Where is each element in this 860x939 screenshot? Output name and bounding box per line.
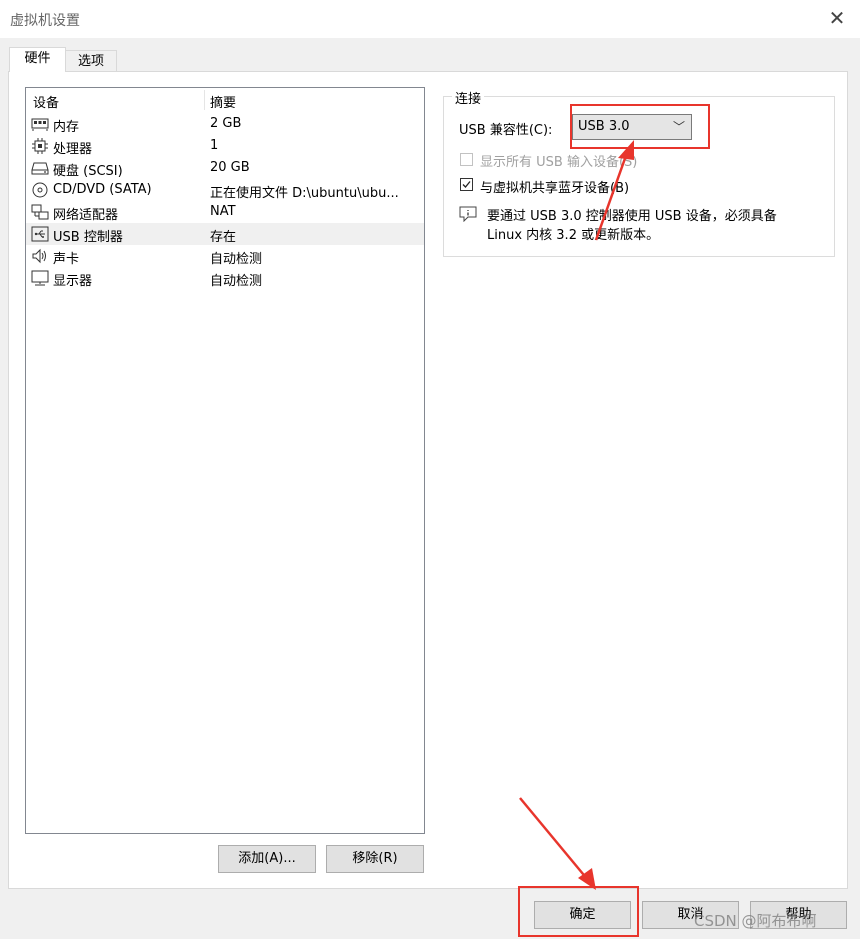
tab-hardware[interactable]: 硬件: [9, 47, 66, 72]
device-name: 内存: [53, 120, 80, 135]
device-name: 硬盘 (SCSI): [53, 164, 123, 179]
device-row-display[interactable]: 显示器 自动检测: [26, 267, 424, 289]
share-bluetooth-label: 与虚拟机共享蓝牙设备(B): [480, 181, 630, 196]
device-list-header: 设备 摘要: [26, 88, 424, 112]
close-icon[interactable]: ✕: [826, 6, 848, 30]
device-name: USB 控制器: [53, 230, 123, 245]
hard-disk-icon: [31, 162, 49, 175]
share-bluetooth-checkbox[interactable]: [460, 178, 473, 191]
device-name: 网络适配器: [53, 208, 119, 223]
device-list[interactable]: 设备 摘要 内存 2 GB 处理器 1 硬盘 (SCSI) 20 GB CD/D…: [25, 87, 425, 834]
device-summary: 自动检测: [210, 252, 263, 267]
column-header-summary[interactable]: 摘要: [210, 92, 236, 111]
title-bar: [0, 0, 860, 38]
info-icon: [459, 206, 477, 222]
device-name: 显示器: [53, 274, 93, 289]
device-name: 处理器: [53, 142, 93, 157]
processor-icon: [32, 138, 48, 154]
add-device-button[interactable]: 添加(A)...: [218, 845, 316, 873]
watermark-text: CSDN @阿布布啊: [694, 912, 817, 930]
device-row-memory[interactable]: 内存 2 GB: [26, 113, 424, 135]
column-header-device[interactable]: 设备: [33, 92, 59, 111]
device-row-sound-card[interactable]: 声卡 自动检测: [26, 245, 424, 267]
memory-icon: [31, 118, 49, 131]
tab-options[interactable]: 选项: [65, 50, 117, 72]
device-summary: 2 GB: [210, 116, 242, 131]
usb-compat-label: USB 兼容性(C):: [459, 123, 553, 138]
connection-group-legend: 连接: [452, 88, 485, 107]
display-icon: [31, 270, 49, 286]
device-name: 声卡: [53, 252, 80, 267]
device-row-usb-controller[interactable]: USB 控制器 存在: [26, 223, 424, 245]
window-title: 虚拟机设置: [10, 13, 80, 29]
device-summary: 1: [210, 138, 219, 153]
network-adapter-icon: [31, 204, 49, 220]
remove-device-button[interactable]: 移除(R): [326, 845, 424, 873]
annotation-box-ok: [518, 886, 639, 937]
device-summary: NAT: [210, 204, 236, 219]
device-row-hard-disk[interactable]: 硬盘 (SCSI) 20 GB: [26, 157, 424, 179]
device-name: CD/DVD (SATA): [53, 182, 152, 197]
show-all-usb-label: 显示所有 USB 输入设备(S): [480, 155, 638, 170]
device-summary: 存在: [210, 230, 237, 245]
cd-dvd-icon: [32, 182, 48, 198]
device-row-processor[interactable]: 处理器 1: [26, 135, 424, 157]
info-text-line-2: Linux 内核 3.2 或更新版本。: [487, 228, 660, 243]
checkmark-icon: [462, 181, 471, 188]
device-row-network-adapter[interactable]: 网络适配器 NAT: [26, 201, 424, 223]
device-row-cd-dvd[interactable]: CD/DVD (SATA) 正在使用文件 D:\ubuntu\ubu...: [26, 179, 424, 201]
sound-card-icon: [32, 248, 46, 264]
usb-icon: [31, 226, 49, 242]
annotation-box-usb-compat: [570, 104, 710, 149]
info-text-line-1: 要通过 USB 3.0 控制器使用 USB 设备，必须具备: [487, 209, 777, 224]
show-all-usb-checkbox[interactable]: [460, 153, 473, 166]
device-summary: 20 GB: [210, 160, 250, 175]
device-summary: 正在使用文件 D:\ubuntu\ubu...: [210, 186, 399, 201]
column-divider[interactable]: [204, 90, 205, 110]
device-summary: 自动检测: [210, 274, 263, 289]
